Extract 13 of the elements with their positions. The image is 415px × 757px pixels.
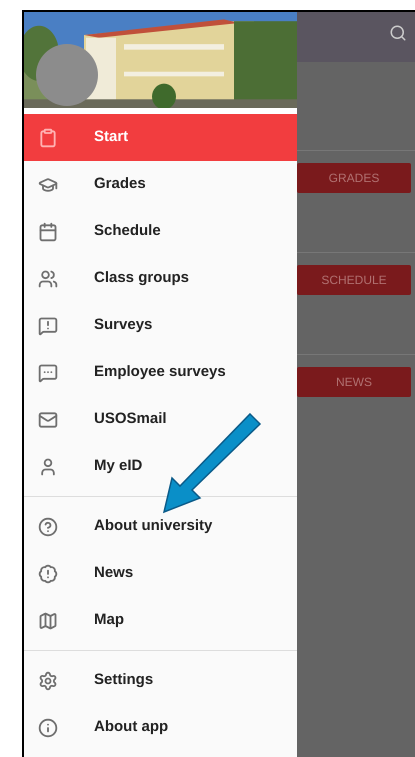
menu-item[interactable]: USOSmail xyxy=(24,396,297,443)
menu-item[interactable]: About university xyxy=(24,503,297,550)
menu-item[interactable]: News xyxy=(24,550,297,597)
menu-item[interactable]: Map xyxy=(24,597,297,644)
menu-item[interactable]: About app xyxy=(24,704,297,751)
menu-item[interactable]: Class groups xyxy=(24,255,297,302)
menu-item[interactable]: Surveys xyxy=(24,302,297,349)
menu-item[interactable]: Settings xyxy=(24,657,297,704)
menu-item[interactable]: Schedule xyxy=(24,208,297,255)
menu-item[interactable]: My eID xyxy=(24,443,297,490)
menu-item[interactable]: Employee surveys xyxy=(24,349,297,396)
menu-item[interactable]: Start xyxy=(24,114,297,161)
menu-item[interactable]: Grades xyxy=(24,161,297,208)
